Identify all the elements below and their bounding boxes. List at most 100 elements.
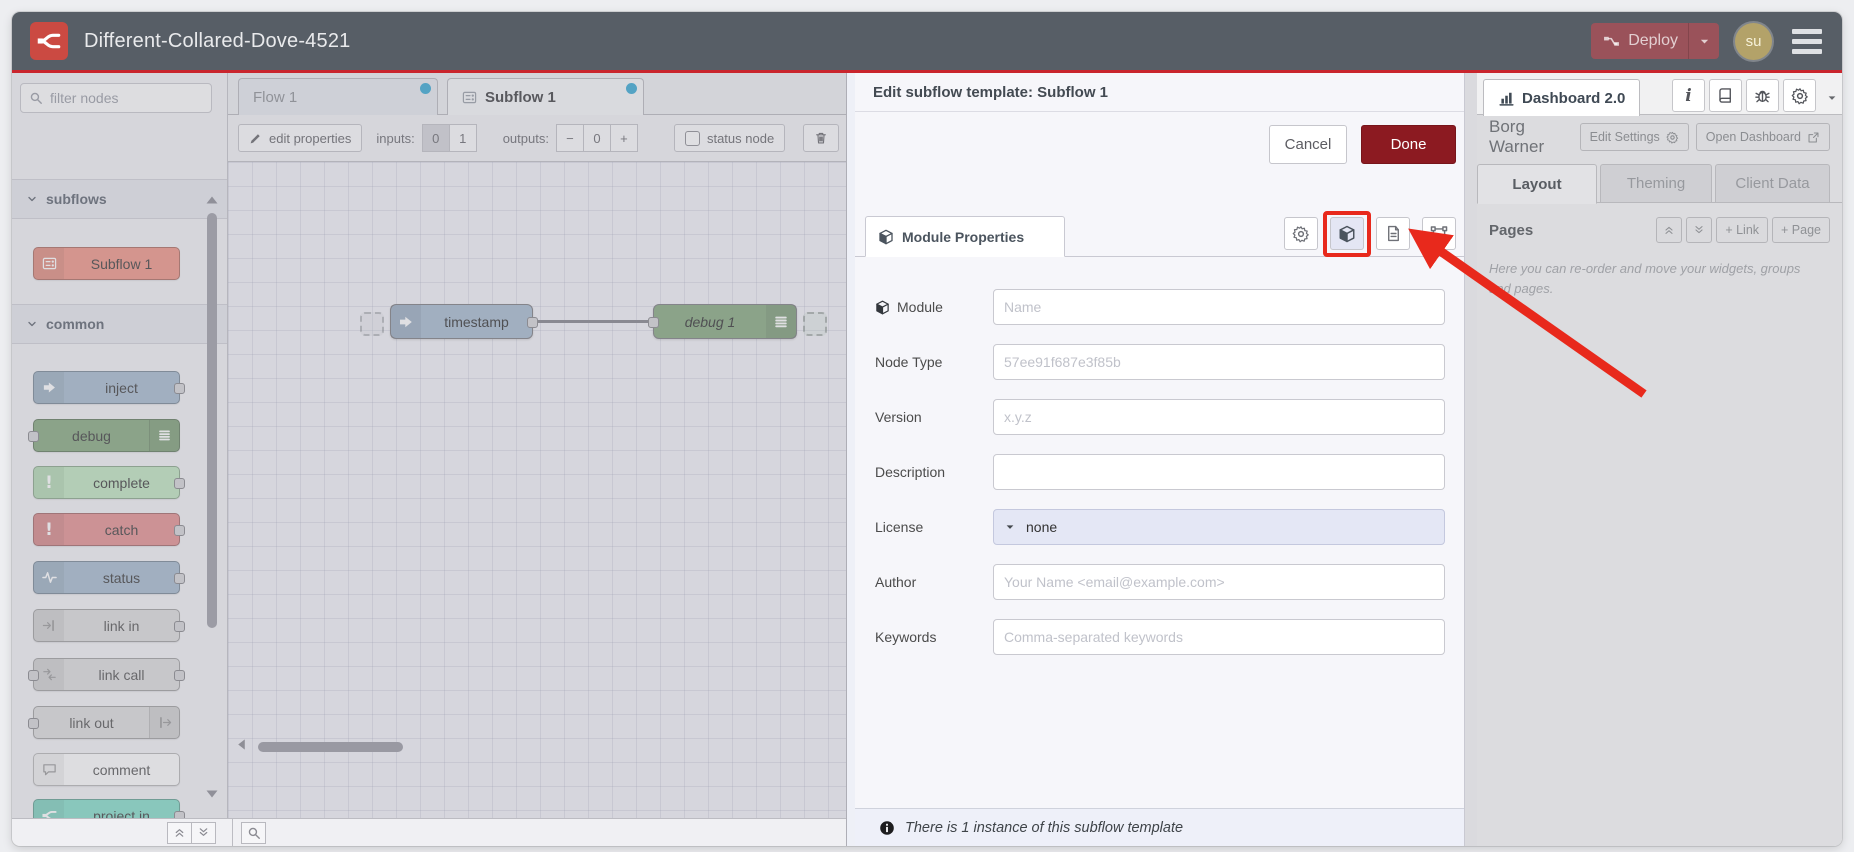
- subflow-output-ghost: [803, 312, 827, 336]
- author-input[interactable]: [993, 564, 1445, 600]
- palette-node-project-in[interactable]: project in: [33, 799, 185, 818]
- done-button[interactable]: Done: [1361, 125, 1456, 164]
- license-select[interactable]: none: [993, 509, 1445, 545]
- module-input[interactable]: [993, 289, 1445, 325]
- node-port[interactable]: [28, 718, 39, 729]
- tray-resize-handle[interactable]: [846, 73, 855, 846]
- tab-theming[interactable]: Theming: [1600, 164, 1712, 203]
- sidebar-header: Dashboard 2.0 i: [1477, 73, 1842, 116]
- external-link-icon: [1807, 131, 1820, 144]
- palette-category-common[interactable]: common: [12, 304, 227, 344]
- node-type-input[interactable]: [993, 344, 1445, 380]
- sidebar-splitter[interactable]: [1465, 73, 1477, 846]
- caret-down-icon: [1004, 521, 1016, 533]
- version-field-label: Version: [875, 409, 922, 425]
- avatar-initials: su: [1745, 32, 1762, 50]
- user-avatar[interactable]: su: [1735, 22, 1772, 60]
- status-node-checkbox[interactable]: [684, 130, 700, 146]
- palette-collapse-up-button[interactable]: [167, 821, 192, 844]
- palette-scroll-up-icon[interactable]: [204, 191, 220, 208]
- description-input[interactable]: [993, 454, 1445, 490]
- inputs-0-button[interactable]: 0: [421, 124, 450, 152]
- palette-search[interactable]: filter nodes: [20, 83, 212, 113]
- palette-node-complete[interactable]: ! complete: [33, 466, 185, 499]
- status-node-toggle[interactable]: status node: [673, 124, 786, 152]
- gear-icon: [1292, 225, 1310, 243]
- description-button[interactable]: [1376, 217, 1410, 250]
- node-port[interactable]: [28, 670, 39, 681]
- keywords-input[interactable]: [993, 619, 1445, 655]
- flow-canvas[interactable]: timestamp debug 1: [228, 162, 846, 846]
- node-port[interactable]: [174, 478, 185, 489]
- open-dashboard-button[interactable]: Open Dashboard: [1695, 123, 1830, 151]
- node-port[interactable]: [174, 525, 185, 536]
- move-up-button[interactable]: [1656, 217, 1683, 243]
- tray-footer: There is 1 instance of this subflow temp…: [855, 808, 1464, 846]
- edit-settings-button[interactable]: Edit Settings: [1579, 123, 1689, 151]
- main-menu-button[interactable]: [1788, 25, 1826, 58]
- search-icon: [29, 91, 43, 105]
- palette-node-link-in[interactable]: link in: [33, 609, 185, 642]
- scroll-left-icon[interactable]: [234, 736, 249, 754]
- workspace-title: Different-Collared-Dove-4521: [84, 29, 351, 52]
- info-tab-button[interactable]: i: [1672, 79, 1705, 112]
- outputs-plus-button[interactable]: +: [609, 124, 638, 152]
- palette-node-link-call[interactable]: link call: [28, 658, 185, 691]
- palette-node-inject[interactable]: inject: [33, 371, 185, 404]
- add-link-button[interactable]: + Link: [1716, 217, 1769, 243]
- node-port[interactable]: [174, 621, 185, 632]
- node-port[interactable]: [174, 383, 185, 394]
- add-page-button[interactable]: + Page: [1772, 217, 1830, 243]
- canvas-node-timestamp[interactable]: timestamp: [390, 304, 538, 339]
- debug-tab-button[interactable]: [1746, 79, 1779, 112]
- deploy-icon: [1603, 33, 1620, 50]
- palette-node-subflow-1[interactable]: Subflow 1: [33, 247, 180, 280]
- canvas-node-debug-1[interactable]: debug 1: [648, 304, 797, 339]
- sidebar-options-caret[interactable]: [1826, 89, 1838, 107]
- zoom-button[interactable]: [241, 821, 266, 844]
- subflow-properties-button[interactable]: [1284, 217, 1318, 250]
- horizontal-scrollbar[interactable]: [258, 742, 403, 752]
- gear-icon: [1791, 87, 1809, 105]
- pages-help-text: Here you can re-order and move your widg…: [1489, 261, 1801, 296]
- deploy-options-caret[interactable]: [1689, 35, 1719, 48]
- palette-node-catch[interactable]: ! catch: [33, 513, 185, 546]
- description-field-label: Description: [875, 464, 946, 480]
- palette-scrollbar[interactable]: [207, 213, 217, 628]
- comment-bubble-icon: [34, 754, 64, 785]
- node-port[interactable]: [174, 573, 185, 584]
- delete-subflow-button[interactable]: [803, 124, 840, 152]
- inputs-1-button[interactable]: 1: [448, 124, 477, 152]
- palette-category-subflows[interactable]: subflows: [12, 179, 227, 219]
- tab-flow-1[interactable]: Flow 1: [238, 78, 438, 115]
- deploy-button[interactable]: Deploy: [1591, 23, 1719, 59]
- node-port[interactable]: [527, 317, 538, 328]
- palette-scroll-down-icon[interactable]: [204, 785, 220, 802]
- debug-lines-icon: [149, 420, 179, 451]
- tab-module-properties[interactable]: Module Properties: [865, 216, 1065, 257]
- config-tab-button[interactable]: [1783, 79, 1816, 112]
- palette-node-debug[interactable]: debug: [28, 419, 180, 452]
- tab-dashboard-2[interactable]: Dashboard 2.0: [1483, 79, 1641, 116]
- tab-layout[interactable]: Layout: [1477, 164, 1597, 204]
- info-icon: i: [1685, 85, 1692, 106]
- palette-node-link-out[interactable]: link out: [28, 706, 180, 739]
- node-port[interactable]: [174, 811, 185, 818]
- palette-node-status[interactable]: status: [33, 561, 185, 594]
- edit-properties-button[interactable]: edit properties: [238, 124, 363, 152]
- outputs-minus-button[interactable]: −: [555, 124, 584, 152]
- appearance-button[interactable]: [1422, 217, 1456, 250]
- palette-collapse-down-button[interactable]: [191, 821, 216, 844]
- palette-node-comment[interactable]: comment: [33, 753, 180, 786]
- tab-subflow-1[interactable]: Subflow 1: [447, 78, 644, 116]
- node-port[interactable]: [174, 670, 185, 681]
- node-port[interactable]: [648, 317, 659, 328]
- subflow-toolbar: edit properties inputs: 0 1 outputs: − 0…: [228, 115, 846, 162]
- cancel-button[interactable]: Cancel: [1269, 125, 1347, 164]
- move-down-button[interactable]: [1686, 217, 1713, 243]
- module-properties-button[interactable]: [1323, 211, 1371, 257]
- help-tab-button[interactable]: [1709, 79, 1742, 112]
- tab-client-data[interactable]: Client Data: [1715, 164, 1830, 203]
- node-port[interactable]: [28, 431, 39, 442]
- version-input[interactable]: [993, 399, 1445, 435]
